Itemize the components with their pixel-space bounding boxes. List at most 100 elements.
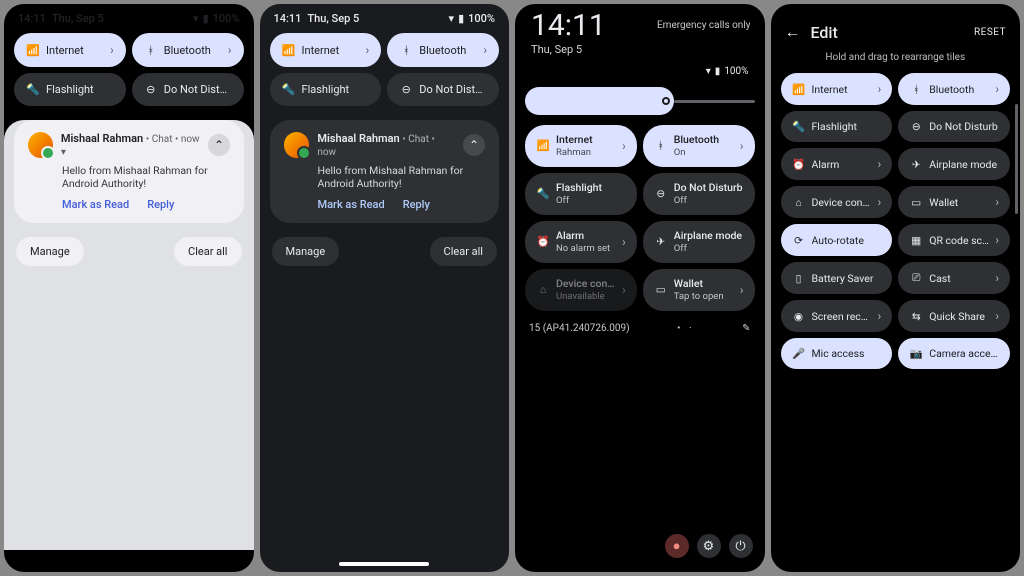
wifi-icon: ▾	[706, 66, 711, 77]
home-icon: ⌂	[536, 283, 550, 296]
battery-icon: ▮	[715, 66, 721, 77]
mark-read-button[interactable]: Mark as Read	[318, 198, 385, 211]
camera-icon: 📷	[909, 347, 923, 360]
bluetooth-icon: ᚼ	[654, 139, 668, 152]
nav-handle[interactable]	[339, 562, 429, 566]
hint-text: Hold and drag to rearrange tiles	[771, 48, 1021, 71]
bluetooth-icon: ᚼ	[399, 44, 413, 57]
notif-body: Hello from Mishaal Rahman for Android Au…	[62, 164, 230, 190]
tile-alarm[interactable]: ⏰Alarm›	[781, 148, 893, 180]
avatar	[28, 132, 53, 158]
airplane-icon: ✈	[654, 235, 668, 248]
notif-sender: Mishaal Rahman	[61, 132, 143, 145]
rotate-icon: ⟳	[792, 234, 806, 247]
wifi-icon: 📶	[282, 44, 296, 57]
tile-dnd[interactable]: ⊖Do Not DisturbOff	[643, 173, 755, 215]
back-button[interactable]: ←	[785, 22, 801, 42]
tile-screen-record[interactable]: ◉Screen record›	[781, 300, 893, 332]
tile-bluetooth[interactable]: ᚼBluetoothOn›	[643, 125, 755, 167]
phone-light-shade: 14:11Thu, Sep 5 ▾▮100% 📶Internet› ᚼBluet…	[4, 4, 254, 572]
date-text: Thu, Sep 5	[515, 43, 765, 64]
dnd-icon: ⊖	[909, 120, 923, 133]
mark-read-button[interactable]: Mark as Read	[62, 198, 129, 211]
airplane-icon: ✈	[909, 158, 923, 171]
build-number: 15 (AP41.240726.009)	[529, 323, 630, 334]
reply-button[interactable]: Reply	[147, 198, 174, 211]
scrollbar[interactable]	[1015, 104, 1018, 214]
bluetooth-icon: ᚼ	[909, 83, 923, 96]
tile-autorotate[interactable]: ⟳Auto-rotate	[781, 224, 893, 256]
wallet-icon: ▭	[654, 283, 668, 296]
manage-button[interactable]: Manage	[272, 237, 340, 266]
tile-flashlight[interactable]: 🔦Flashlight	[270, 73, 382, 106]
page-dots: • ·	[677, 323, 694, 334]
nav-handle[interactable]	[84, 562, 174, 566]
clear-all-button[interactable]: Clear all	[430, 237, 497, 266]
qr-icon: ▦	[909, 234, 923, 247]
quick-settings: 📶Internet› ᚼBluetooth› 🔦Flashlight ⊖Do N…	[260, 27, 510, 112]
tile-flashlight[interactable]: 🔦FlashlightOff	[525, 173, 637, 215]
page-title: Edit	[811, 23, 838, 42]
tile-camera[interactable]: 📷Camera access	[898, 338, 1010, 369]
tile-quick-share[interactable]: ⇆Quick Share›	[898, 300, 1010, 332]
collapse-button[interactable]: ⌃	[208, 134, 229, 156]
tile-qr[interactable]: ▦QR code sca…›	[898, 224, 1010, 256]
status-bar: 14:11Thu, Sep 5 ▾▮100%	[4, 4, 254, 27]
tile-bluetooth[interactable]: ᚼBluetooth›	[387, 33, 499, 67]
date-text: Thu, Sep 5	[52, 12, 104, 25]
wifi-icon: ▾	[449, 12, 455, 25]
chevron-right-icon: ›	[110, 43, 114, 57]
tile-wallet[interactable]: ▭WalletTap to open›	[643, 269, 755, 311]
settings-button[interactable]: ⚙	[697, 534, 721, 558]
tile-device-controls[interactable]: ⌂Device contr…Unavailable›	[525, 269, 637, 311]
battery-text: 100%	[213, 12, 240, 25]
tile-dnd[interactable]: ⊖Do Not Disturb	[387, 73, 499, 106]
tile-internet[interactable]: 📶Internet›	[781, 73, 893, 105]
edit-icon[interactable]: ✎	[742, 323, 750, 334]
tile-flashlight[interactable]: 🔦Flashlight	[781, 111, 893, 142]
tile-flashlight[interactable]: 🔦Flashlight	[14, 73, 126, 106]
status-bar: 14:11Thu, Sep 5 ▾▮100%	[260, 4, 510, 27]
clock-text: 14:11	[18, 12, 46, 25]
tile-alarm[interactable]: ⏰AlarmNo alarm set›	[525, 221, 637, 263]
wifi-icon: ▾	[193, 12, 199, 25]
flashlight-icon: 🔦	[536, 187, 550, 200]
dnd-icon: ⊖	[399, 83, 413, 96]
dnd-icon: ⊖	[144, 83, 158, 96]
tile-bluetooth[interactable]: ᚼBluetooth›	[132, 33, 244, 67]
tile-airplane[interactable]: ✈Airplane modeOff	[643, 221, 755, 263]
brightness-slider[interactable]	[515, 83, 765, 123]
alarm-icon: ⏰	[536, 235, 550, 248]
tile-internet[interactable]: 📶Internet›	[270, 33, 382, 67]
tile-internet[interactable]: 📶Internet›	[14, 33, 126, 67]
wifi-icon: 📶	[792, 83, 806, 96]
tile-internet[interactable]: 📶InternetRahman›	[525, 125, 637, 167]
bluetooth-icon: ᚼ	[144, 44, 158, 57]
tile-airplane[interactable]: ✈Airplane mode	[898, 148, 1010, 180]
notification-card[interactable]: Mishaal Rahman • Chat • now ▾ ⌃ Hello fr…	[14, 120, 244, 223]
clear-all-button[interactable]: Clear all	[174, 237, 241, 266]
tile-battery-saver[interactable]: ▯Battery Saver	[781, 262, 893, 294]
battery-icon: ▯	[792, 272, 806, 285]
mic-icon: 🎤	[792, 347, 806, 360]
reset-button[interactable]: RESET	[974, 27, 1006, 38]
power-button[interactable]: ⏻	[729, 534, 753, 558]
flashlight-icon: 🔦	[282, 83, 296, 96]
tile-mic[interactable]: 🎤Mic access	[781, 338, 893, 369]
manage-button[interactable]: Manage	[16, 237, 84, 266]
tile-device-controls[interactable]: ⌂Device contr…›	[781, 186, 893, 218]
wifi-icon: 📶	[536, 139, 550, 152]
wallet-icon: ▭	[909, 196, 923, 209]
tile-cast[interactable]: ⎚Cast›	[898, 262, 1010, 294]
tile-bluetooth[interactable]: ᚼBluetooth›	[898, 73, 1010, 105]
tile-wallet[interactable]: ▭Wallet›	[898, 186, 1010, 218]
record-button[interactable]: ●	[665, 534, 689, 558]
collapse-button[interactable]: ⌃	[463, 134, 485, 156]
notification-card[interactable]: Mishaal Rahman • Chat • now ⌃ Hello from…	[270, 120, 500, 223]
share-icon: ⇆	[909, 310, 923, 323]
chevron-right-icon: ›	[228, 43, 232, 57]
tile-dnd[interactable]: ⊖Do Not Disturb	[132, 73, 244, 106]
tile-dnd[interactable]: ⊖Do Not Disturb	[898, 111, 1010, 142]
phone-dark-shade: 14:11Thu, Sep 5 ▾▮100% 📶Internet› ᚼBluet…	[260, 4, 510, 572]
reply-button[interactable]: Reply	[403, 198, 430, 211]
